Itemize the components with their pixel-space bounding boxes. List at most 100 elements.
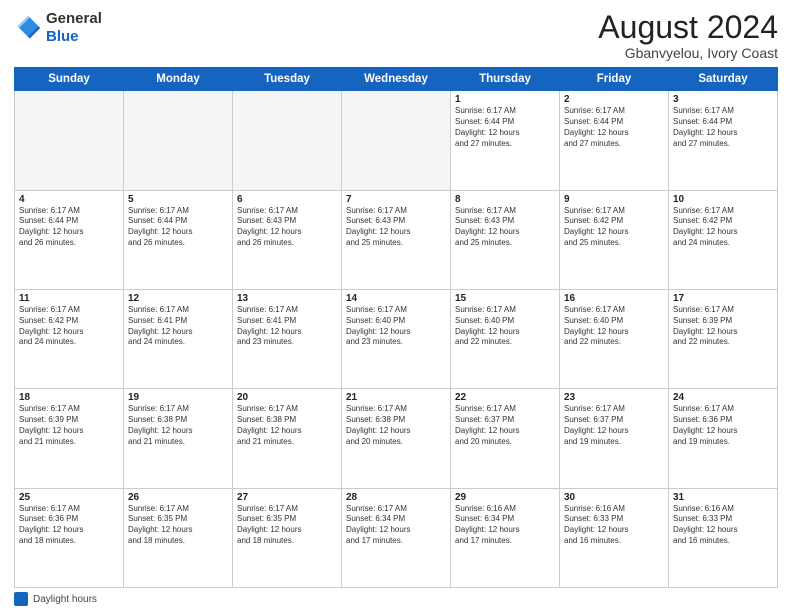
day-info: Sunrise: 6:17 AM Sunset: 6:36 PM Dayligh… bbox=[673, 404, 773, 447]
day-number: 14 bbox=[346, 293, 446, 304]
day-info: Sunrise: 6:17 AM Sunset: 6:36 PM Dayligh… bbox=[19, 504, 119, 547]
calendar-cell: 26Sunrise: 6:17 AM Sunset: 6:35 PM Dayli… bbox=[124, 488, 233, 587]
day-number: 6 bbox=[237, 194, 337, 205]
day-info: Sunrise: 6:17 AM Sunset: 6:38 PM Dayligh… bbox=[128, 404, 228, 447]
weekday-header-thursday: Thursday bbox=[451, 68, 560, 91]
weekday-header-tuesday: Tuesday bbox=[233, 68, 342, 91]
day-info: Sunrise: 6:17 AM Sunset: 6:42 PM Dayligh… bbox=[564, 206, 664, 249]
calendar-cell bbox=[342, 91, 451, 190]
calendar-cell bbox=[233, 91, 342, 190]
calendar-cell: 2Sunrise: 6:17 AM Sunset: 6:44 PM Daylig… bbox=[560, 91, 669, 190]
day-number: 9 bbox=[564, 194, 664, 205]
calendar-cell: 11Sunrise: 6:17 AM Sunset: 6:42 PM Dayli… bbox=[15, 289, 124, 388]
calendar-cell: 16Sunrise: 6:17 AM Sunset: 6:40 PM Dayli… bbox=[560, 289, 669, 388]
page: General Blue August 2024 Gbanvyelou, Ivo… bbox=[0, 0, 792, 612]
week-row-3: 11Sunrise: 6:17 AM Sunset: 6:42 PM Dayli… bbox=[15, 289, 778, 388]
location: Gbanvyelou, Ivory Coast bbox=[598, 45, 778, 61]
logo: General Blue bbox=[14, 10, 102, 46]
weekday-header-saturday: Saturday bbox=[669, 68, 778, 91]
day-info: Sunrise: 6:17 AM Sunset: 6:39 PM Dayligh… bbox=[19, 404, 119, 447]
day-info: Sunrise: 6:17 AM Sunset: 6:41 PM Dayligh… bbox=[237, 305, 337, 348]
weekday-header-wednesday: Wednesday bbox=[342, 68, 451, 91]
day-number: 17 bbox=[673, 293, 773, 304]
calendar-table: SundayMondayTuesdayWednesdayThursdayFrid… bbox=[14, 67, 778, 588]
calendar-cell: 8Sunrise: 6:17 AM Sunset: 6:43 PM Daylig… bbox=[451, 190, 560, 289]
day-info: Sunrise: 6:17 AM Sunset: 6:42 PM Dayligh… bbox=[673, 206, 773, 249]
day-number: 26 bbox=[128, 492, 228, 503]
day-info: Sunrise: 6:16 AM Sunset: 6:33 PM Dayligh… bbox=[673, 504, 773, 547]
calendar-cell: 10Sunrise: 6:17 AM Sunset: 6:42 PM Dayli… bbox=[669, 190, 778, 289]
calendar-cell: 30Sunrise: 6:16 AM Sunset: 6:33 PM Dayli… bbox=[560, 488, 669, 587]
calendar-cell: 22Sunrise: 6:17 AM Sunset: 6:37 PM Dayli… bbox=[451, 389, 560, 488]
calendar-cell: 17Sunrise: 6:17 AM Sunset: 6:39 PM Dayli… bbox=[669, 289, 778, 388]
calendar-cell: 19Sunrise: 6:17 AM Sunset: 6:38 PM Dayli… bbox=[124, 389, 233, 488]
day-number: 20 bbox=[237, 392, 337, 403]
day-number: 19 bbox=[128, 392, 228, 403]
week-row-5: 25Sunrise: 6:17 AM Sunset: 6:36 PM Dayli… bbox=[15, 488, 778, 587]
daylight-color-box bbox=[14, 592, 28, 606]
day-number: 30 bbox=[564, 492, 664, 503]
day-number: 21 bbox=[346, 392, 446, 403]
logo-text: General Blue bbox=[46, 10, 102, 46]
calendar-cell: 1Sunrise: 6:17 AM Sunset: 6:44 PM Daylig… bbox=[451, 91, 560, 190]
day-info: Sunrise: 6:17 AM Sunset: 6:37 PM Dayligh… bbox=[564, 404, 664, 447]
weekday-header-row: SundayMondayTuesdayWednesdayThursdayFrid… bbox=[15, 68, 778, 91]
calendar-cell: 12Sunrise: 6:17 AM Sunset: 6:41 PM Dayli… bbox=[124, 289, 233, 388]
calendar-cell bbox=[124, 91, 233, 190]
calendar-cell: 29Sunrise: 6:16 AM Sunset: 6:34 PM Dayli… bbox=[451, 488, 560, 587]
day-number: 25 bbox=[19, 492, 119, 503]
calendar-cell: 18Sunrise: 6:17 AM Sunset: 6:39 PM Dayli… bbox=[15, 389, 124, 488]
day-number: 13 bbox=[237, 293, 337, 304]
calendar-cell: 23Sunrise: 6:17 AM Sunset: 6:37 PM Dayli… bbox=[560, 389, 669, 488]
header: General Blue August 2024 Gbanvyelou, Ivo… bbox=[14, 10, 778, 61]
day-number: 5 bbox=[128, 194, 228, 205]
day-info: Sunrise: 6:17 AM Sunset: 6:44 PM Dayligh… bbox=[455, 106, 555, 149]
day-info: Sunrise: 6:17 AM Sunset: 6:39 PM Dayligh… bbox=[673, 305, 773, 348]
footer: Daylight hours bbox=[14, 592, 778, 606]
calendar-cell: 25Sunrise: 6:17 AM Sunset: 6:36 PM Dayli… bbox=[15, 488, 124, 587]
calendar-cell: 20Sunrise: 6:17 AM Sunset: 6:38 PM Dayli… bbox=[233, 389, 342, 488]
day-info: Sunrise: 6:17 AM Sunset: 6:40 PM Dayligh… bbox=[564, 305, 664, 348]
calendar-cell: 6Sunrise: 6:17 AM Sunset: 6:43 PM Daylig… bbox=[233, 190, 342, 289]
calendar-cell bbox=[15, 91, 124, 190]
day-info: Sunrise: 6:16 AM Sunset: 6:34 PM Dayligh… bbox=[455, 504, 555, 547]
day-info: Sunrise: 6:17 AM Sunset: 6:34 PM Dayligh… bbox=[346, 504, 446, 547]
day-number: 22 bbox=[455, 392, 555, 403]
calendar-cell: 27Sunrise: 6:17 AM Sunset: 6:35 PM Dayli… bbox=[233, 488, 342, 587]
calendar-cell: 21Sunrise: 6:17 AM Sunset: 6:38 PM Dayli… bbox=[342, 389, 451, 488]
day-number: 18 bbox=[19, 392, 119, 403]
logo-blue: Blue bbox=[46, 28, 102, 46]
day-info: Sunrise: 6:17 AM Sunset: 6:35 PM Dayligh… bbox=[128, 504, 228, 547]
calendar-cell: 15Sunrise: 6:17 AM Sunset: 6:40 PM Dayli… bbox=[451, 289, 560, 388]
logo-icon bbox=[14, 14, 42, 42]
day-info: Sunrise: 6:17 AM Sunset: 6:44 PM Dayligh… bbox=[564, 106, 664, 149]
day-info: Sunrise: 6:17 AM Sunset: 6:43 PM Dayligh… bbox=[346, 206, 446, 249]
day-number: 29 bbox=[455, 492, 555, 503]
day-info: Sunrise: 6:17 AM Sunset: 6:43 PM Dayligh… bbox=[455, 206, 555, 249]
calendar-cell: 31Sunrise: 6:16 AM Sunset: 6:33 PM Dayli… bbox=[669, 488, 778, 587]
day-number: 27 bbox=[237, 492, 337, 503]
day-number: 23 bbox=[564, 392, 664, 403]
day-number: 12 bbox=[128, 293, 228, 304]
calendar-cell: 28Sunrise: 6:17 AM Sunset: 6:34 PM Dayli… bbox=[342, 488, 451, 587]
day-info: Sunrise: 6:17 AM Sunset: 6:41 PM Dayligh… bbox=[128, 305, 228, 348]
day-number: 28 bbox=[346, 492, 446, 503]
day-number: 24 bbox=[673, 392, 773, 403]
day-number: 16 bbox=[564, 293, 664, 304]
day-info: Sunrise: 6:17 AM Sunset: 6:44 PM Dayligh… bbox=[673, 106, 773, 149]
day-info: Sunrise: 6:17 AM Sunset: 6:37 PM Dayligh… bbox=[455, 404, 555, 447]
day-info: Sunrise: 6:17 AM Sunset: 6:44 PM Dayligh… bbox=[19, 206, 119, 249]
day-number: 1 bbox=[455, 94, 555, 105]
day-number: 11 bbox=[19, 293, 119, 304]
header-right: August 2024 Gbanvyelou, Ivory Coast bbox=[598, 10, 778, 61]
day-info: Sunrise: 6:17 AM Sunset: 6:38 PM Dayligh… bbox=[237, 404, 337, 447]
week-row-1: 1Sunrise: 6:17 AM Sunset: 6:44 PM Daylig… bbox=[15, 91, 778, 190]
week-row-2: 4Sunrise: 6:17 AM Sunset: 6:44 PM Daylig… bbox=[15, 190, 778, 289]
day-number: 4 bbox=[19, 194, 119, 205]
weekday-header-friday: Friday bbox=[560, 68, 669, 91]
day-number: 7 bbox=[346, 194, 446, 205]
day-info: Sunrise: 6:17 AM Sunset: 6:38 PM Dayligh… bbox=[346, 404, 446, 447]
calendar-cell: 4Sunrise: 6:17 AM Sunset: 6:44 PM Daylig… bbox=[15, 190, 124, 289]
calendar-cell: 13Sunrise: 6:17 AM Sunset: 6:41 PM Dayli… bbox=[233, 289, 342, 388]
day-number: 2 bbox=[564, 94, 664, 105]
